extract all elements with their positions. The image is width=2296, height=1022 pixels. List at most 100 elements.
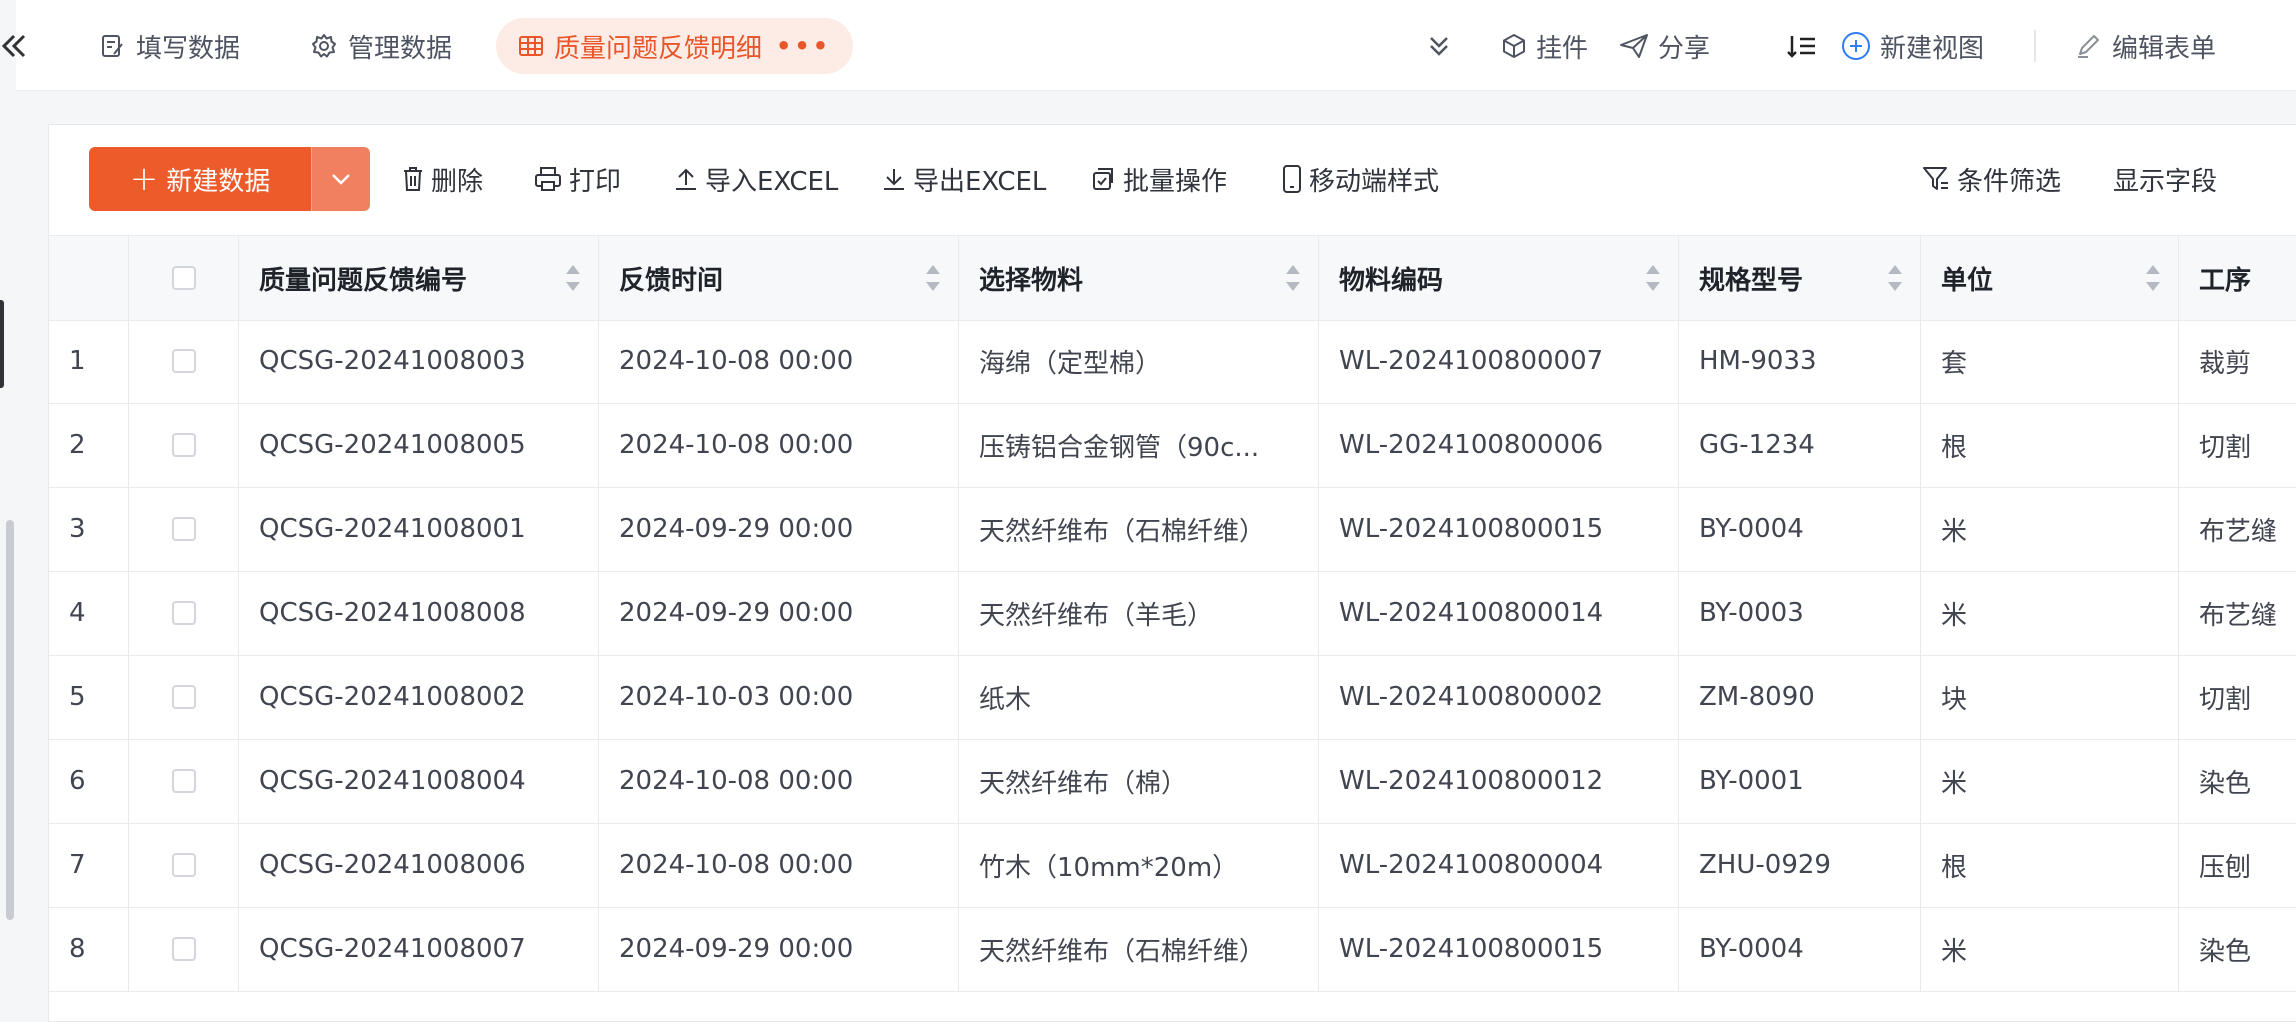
header-unit[interactable]: 单位 — [1921, 236, 2179, 320]
header-material[interactable]: 选择物料 — [959, 236, 1319, 320]
cell-material-code-text: WL-2024100800015 — [1339, 934, 1604, 964]
cell-feedback-code-text: QCSG-20241008007 — [259, 934, 526, 964]
edit-form-label: 编辑表单 — [2112, 33, 2217, 64]
cell-process: 切割 — [2179, 403, 2296, 487]
cell-unit: 块 — [1921, 655, 2179, 739]
more-options-icon[interactable]: ••• — [776, 32, 831, 60]
header-feedback-code[interactable]: 质量问题反馈编号 — [239, 236, 599, 320]
page-scrollbar[interactable] — [6, 520, 14, 920]
cell-unit: 套 — [1921, 319, 2179, 403]
new-data-button[interactable]: + 新建数据 — [89, 147, 311, 211]
widget-button[interactable]: 挂件 — [1500, 18, 1588, 74]
table-row[interactable]: 6 QCSG-20241008004 2024-10-08 00:00 天然纤维布（棉… — [49, 739, 2296, 824]
sort-icon[interactable] — [1888, 265, 1902, 291]
export-excel-button[interactable]: 导出EXCEL — [881, 147, 1046, 211]
row-checkbox[interactable] — [171, 433, 196, 457]
print-button[interactable]: 打印 — [533, 147, 621, 211]
import-excel-button[interactable]: 导入EXCEL — [673, 147, 838, 211]
table-row[interactable]: 3 QCSG-20241008001 2024-09-29 00:00 天然纤维布（石… — [49, 487, 2296, 572]
batch-operation-button[interactable]: 批量操作 — [1091, 147, 1227, 211]
tab-fill-data[interactable]: 填写数据 — [100, 18, 240, 74]
show-fields-button[interactable]: 显示字段 — [2113, 147, 2217, 211]
cell-unit-text: 根 — [1941, 432, 1968, 463]
table-row[interactable]: 8 QCSG-20241008007 2024-09-29 00:00 天然纤维布（石… — [49, 907, 2296, 992]
row-checkbox-cell[interactable] — [129, 319, 239, 403]
row-checkbox[interactable] — [171, 349, 196, 373]
sort-icon[interactable] — [2146, 265, 2160, 291]
delete-button[interactable]: 删除 — [401, 147, 483, 211]
condition-filter-label: 条件筛选 — [1957, 166, 2062, 197]
plus-icon: + — [129, 159, 159, 199]
cell-spec: ZHU-0929 — [1679, 823, 1921, 907]
row-checkbox-cell[interactable] — [129, 403, 239, 487]
sort-icon[interactable] — [1646, 265, 1660, 291]
table-row[interactable]: 2 QCSG-20241008005 2024-10-08 00:00 压铸铝合金钢管… — [49, 403, 2296, 488]
row-checkbox-cell[interactable] — [129, 487, 239, 571]
table-row[interactable]: 1 QCSG-20241008003 2024-10-08 00:00 海绵（定型棉）… — [49, 319, 2296, 404]
new-data-dropdown[interactable] — [311, 147, 370, 211]
row-index-text: 3 — [69, 514, 86, 544]
row-checkbox-cell[interactable] — [129, 655, 239, 739]
mobile-phone-icon — [1283, 165, 1301, 193]
row-checkbox[interactable] — [171, 601, 196, 625]
row-index-text: 6 — [69, 766, 86, 796]
table-row[interactable]: 7 QCSG-20241008006 2024-10-08 00:00 竹木（10mm… — [49, 823, 2296, 908]
header-feedback-time-label: 反馈时间 — [619, 265, 724, 296]
edit-form-button[interactable]: 编辑表单 — [2074, 18, 2216, 74]
cell-material-text: 纸木 — [979, 684, 1032, 715]
header-feedback-time[interactable]: 反馈时间 — [599, 236, 959, 320]
share-button[interactable]: 分享 — [1618, 18, 1710, 74]
row-checkbox-cell[interactable] — [129, 823, 239, 907]
row-checkbox-cell[interactable] — [129, 907, 239, 991]
cell-spec-text: ZM-8090 — [1699, 682, 1815, 712]
row-checkbox[interactable] — [171, 853, 196, 877]
sort-icon[interactable] — [1786, 18, 1826, 74]
cell-material-code-text: WL-2024100800006 — [1339, 430, 1604, 460]
select-all-checkbox-cell[interactable] — [129, 236, 239, 320]
cell-unit: 米 — [1921, 907, 2179, 991]
cell-material-text: 海绵（定型棉） — [979, 348, 1162, 379]
chevron-down-icon — [332, 174, 350, 185]
cell-feedback-code: QCSG-20241008002 — [239, 655, 599, 739]
header-spec[interactable]: 规格型号 — [1679, 236, 1921, 320]
header-material-code[interactable]: 物料编码 — [1319, 236, 1679, 320]
cell-unit-text: 米 — [1941, 936, 1968, 967]
printer-icon — [535, 167, 561, 191]
tab-quality-feedback[interactable]: 质量问题反馈明细 ••• — [496, 18, 854, 74]
table-row[interactable]: 4 QCSG-20241008008 2024-09-29 00:00 天然纤维布（羊… — [49, 571, 2296, 656]
cell-spec: BY-0003 — [1679, 571, 1921, 655]
header-process[interactable]: 工序 — [2179, 236, 2296, 320]
table-toolbar: + 新建数据 删除 打印 导入EXCEL 导出EXCEL 批量操作 移动端样式 … — [49, 125, 2296, 235]
new-view-button[interactable]: 新建视图 — [1840, 18, 1984, 74]
row-checkbox-cell[interactable] — [129, 739, 239, 823]
row-checkbox-cell[interactable] — [129, 571, 239, 655]
sidebar-drag-handle[interactable] — [0, 300, 4, 388]
sort-icon[interactable] — [1286, 265, 1300, 291]
cell-spec-text: ZHU-0929 — [1699, 850, 1831, 880]
mobile-style-button[interactable]: 移动端样式 — [1281, 147, 1439, 211]
send-icon — [1620, 34, 1648, 58]
cell-material: 海绵（定型棉） — [959, 319, 1319, 403]
row-index: 2 — [49, 403, 129, 487]
form-edit-icon — [102, 35, 123, 57]
expand-tabs-icon[interactable] — [1424, 18, 1462, 74]
cell-material: 天然纤维布（棉） — [959, 739, 1319, 823]
table-row[interactable]: 5 QCSG-20241008002 2024-10-03 00:00 纸木 WL-20… — [49, 655, 2296, 740]
row-checkbox[interactable] — [171, 769, 196, 793]
cell-material-code-text: WL-2024100800015 — [1339, 514, 1604, 544]
condition-filter-button[interactable]: 条件筛选 — [1921, 147, 2061, 211]
row-checkbox[interactable] — [171, 937, 196, 961]
collapse-sidebar-icon[interactable] — [0, 26, 26, 66]
sort-icon[interactable] — [566, 265, 580, 291]
cell-process: 染色 — [2179, 739, 2296, 823]
batch-operation-label: 批量操作 — [1123, 166, 1228, 197]
select-all-checkbox[interactable] — [171, 266, 196, 290]
row-checkbox[interactable] — [171, 685, 196, 709]
cell-spec-text: BY-0003 — [1699, 598, 1804, 628]
tab-manage-data[interactable]: 管理数据 — [310, 18, 452, 74]
cell-material-code-text: WL-2024100800002 — [1339, 682, 1604, 712]
cell-material-text: 天然纤维布（羊毛） — [979, 600, 1214, 631]
pen-icon — [2078, 35, 2099, 58]
row-checkbox[interactable] — [171, 517, 196, 541]
sort-icon[interactable] — [926, 265, 940, 291]
